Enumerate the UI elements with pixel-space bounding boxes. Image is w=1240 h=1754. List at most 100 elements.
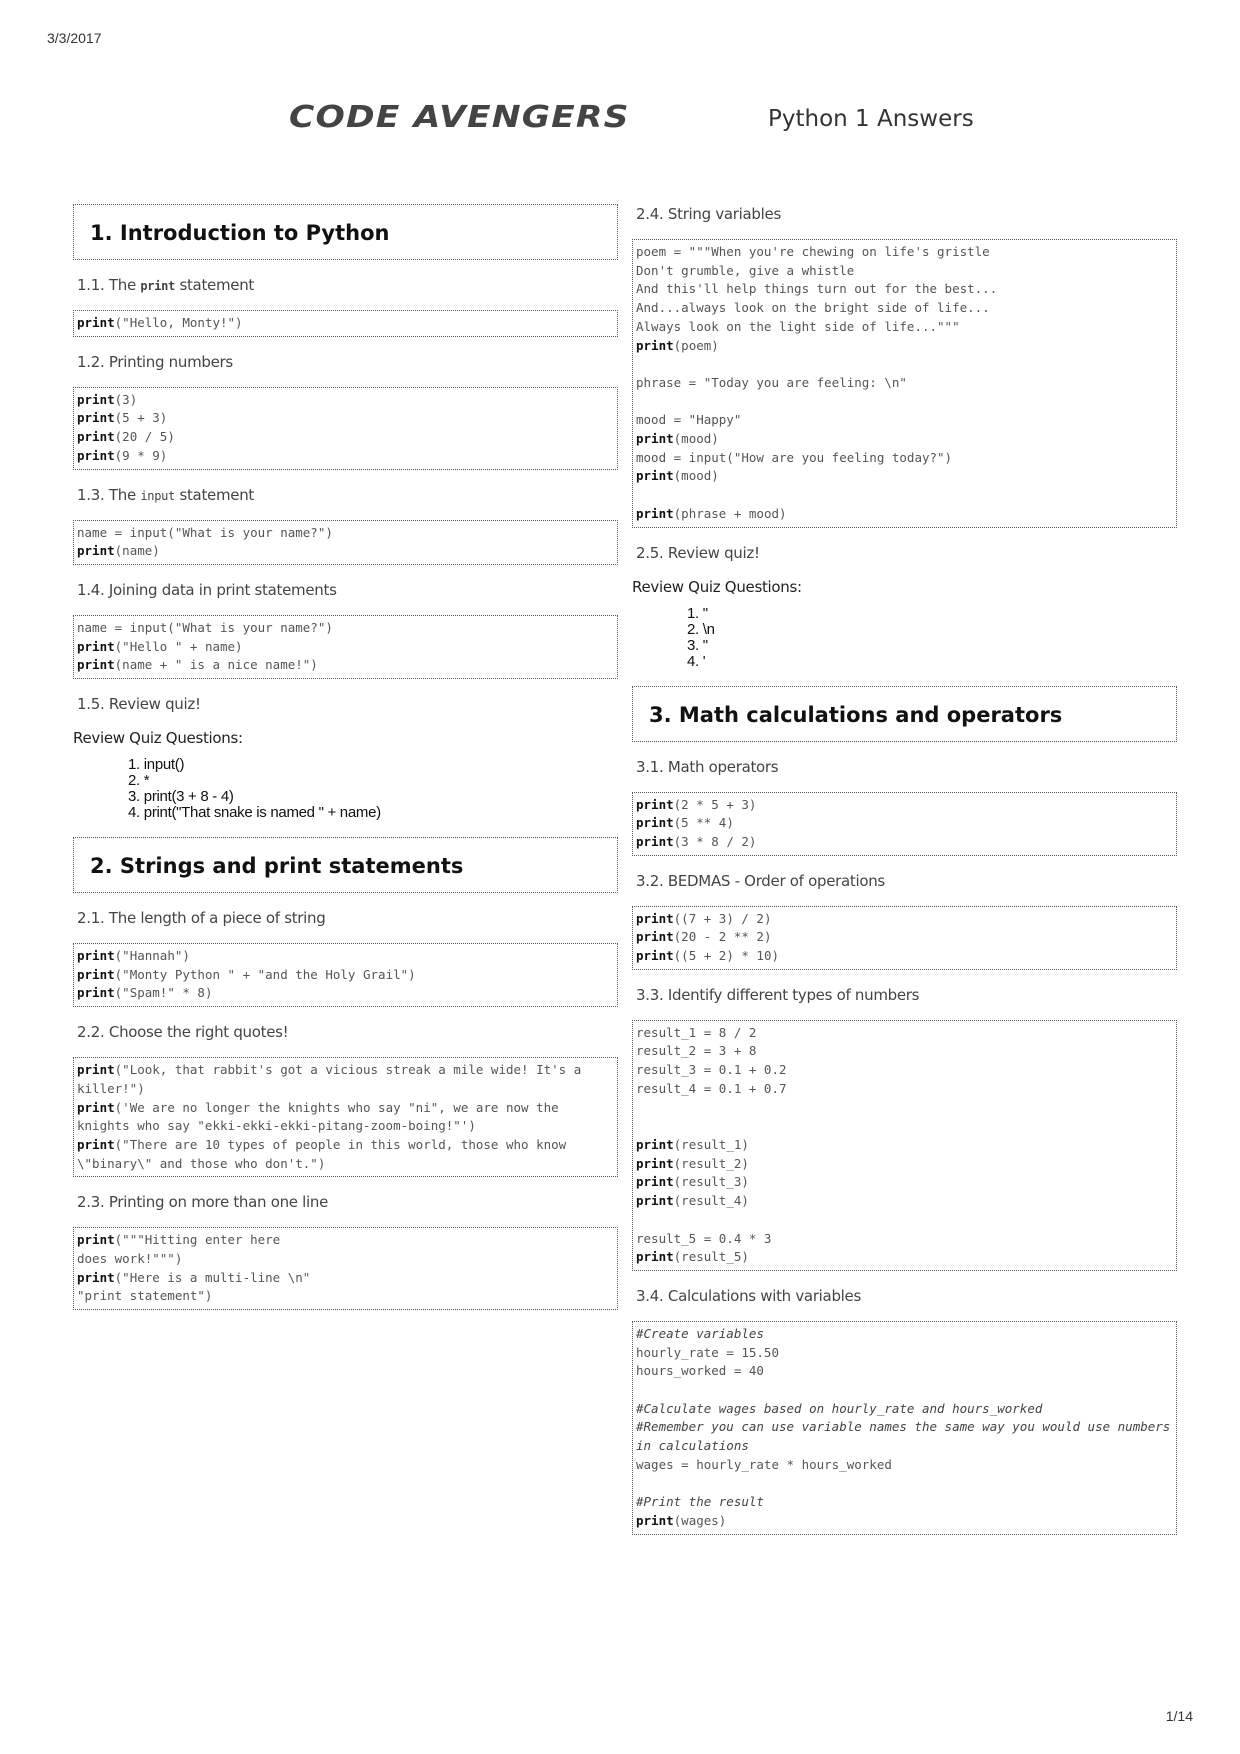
subsection-title: 2.5. Review quiz! [636, 543, 760, 562]
keyword-print: print [77, 1136, 115, 1152]
section-heading-3: 3. Math calculations and operators [632, 685, 1177, 742]
subsection-title: 1.1. The print statement [77, 276, 618, 294]
code-line: print(mood) [636, 467, 1173, 486]
keyword-print: print [636, 796, 674, 812]
code-text: (2 * 5 + 3) [673, 796, 757, 812]
keyword-print: print [636, 815, 674, 831]
code-line: print((7 + 3) / 2) [636, 910, 1173, 929]
section-heading-2: 2. Strings and print statements [73, 837, 618, 894]
code-line: print("There are 10 types of people in t… [77, 1136, 614, 1173]
code-line: result_2 = 3 + 8 [636, 1043, 757, 1059]
code-text: (20 - 2 ** 2) [673, 929, 772, 945]
code-text: (mood) [673, 468, 719, 484]
code-block: #Create variables hourly_rate = 15.50 hour… [632, 1320, 1177, 1535]
code-text: ((7 + 3) / 2) [673, 910, 772, 926]
code-line: print(5 ** 4) [636, 814, 1173, 833]
code-avengers-logo: CODE AVENGERS [289, 100, 630, 135]
code-line: print(result_3) [636, 1173, 1173, 1192]
keyword-print: print [636, 1155, 674, 1171]
code-block: print("Hello, Monty!") [73, 310, 618, 337]
keyword-print: print [77, 391, 115, 407]
subsection-title-text: 1.3. The [77, 485, 141, 504]
code-block: print("Look, that rabbit's got a vicious… [73, 1057, 618, 1178]
code-block: print((7 + 3) / 2) print(20 - 2 ** 2) prin… [632, 905, 1177, 970]
code-text: (mood) [673, 431, 719, 447]
code-text: (20 / 5) [114, 429, 175, 445]
code-block: print("""Hitting enter here does work!""… [73, 1227, 618, 1311]
subsection-title: 3.4. Calculations with variables [636, 1286, 861, 1305]
subsection-title-text: statement [174, 485, 254, 504]
code-text: ('We are no longer the knights who say "… [77, 1099, 567, 1134]
code-line: print(result_4) [636, 1192, 1173, 1211]
code-line: print(result_1) [636, 1136, 1173, 1155]
print-date: 3/3/2017 [47, 30, 102, 46]
section-title: 3. Math calculations and operators [649, 702, 1063, 727]
code-line: hours_worked = 40 [636, 1363, 764, 1379]
code-line: #Print the result [636, 1494, 764, 1510]
code-text: ("Look, that rabbit's got a vicious stre… [77, 1062, 589, 1096]
subsection-title: 1.2. Printing numbers [77, 352, 233, 371]
code-text: ((5 + 2) * 10) [673, 948, 779, 964]
code-text: (wages) [673, 1512, 727, 1528]
code-block: poem = """When you're chewing on life's … [632, 239, 1177, 528]
keyword-print: print [636, 1136, 674, 1152]
code-text: ("Hannah") [114, 948, 190, 964]
code-text: ("Hello " + name) [114, 638, 243, 654]
code-text: ("Hello, Monty!") [114, 315, 243, 330]
keyword-print: print [77, 1099, 115, 1115]
keyword-print: print [636, 1512, 674, 1528]
code-line: print(20 / 5) [77, 428, 614, 447]
code-line: #Calculate wages based on hourly_rate an… [636, 1400, 1043, 1416]
code-block: name = input("What is your name?") print(… [73, 519, 618, 565]
section-heading-1: 1. Introduction to Python [73, 204, 618, 260]
quiz-answer: 4. print("That snake is named " + name) [128, 804, 381, 822]
keyword-print: print [77, 315, 115, 330]
code-line: print("Hello " + name) [77, 638, 614, 657]
quiz-label: Review Quiz Questions: [73, 729, 243, 748]
keyword-print: print [77, 543, 115, 559]
keyword-print: print [636, 337, 674, 353]
code-line: result_1 = 8 / 2 [636, 1024, 757, 1040]
code-block: result_1 = 8 / 2 result_2 = 3 + 8 result_3… [632, 1019, 1177, 1271]
keyword-print: print [77, 985, 115, 1001]
code-line: name = input("What is your name?") [77, 619, 333, 635]
keyword-print: print [636, 929, 674, 945]
keyword-print: print [77, 1232, 115, 1248]
keyword-print: print [636, 948, 674, 964]
quiz-answer: 2. \n [687, 620, 715, 638]
code-line: print("Hannah") [77, 947, 614, 966]
keyword-print: print [77, 429, 115, 445]
code-line: print("Look, that rabbit's got a vicious… [77, 1061, 614, 1098]
subsection-title: 2.4. String variables [636, 205, 781, 223]
code-text: (3) [114, 391, 138, 407]
keyword-print: print [77, 966, 115, 982]
keyword-print: print [77, 638, 115, 654]
code-text: (phrase + mood) [673, 505, 787, 521]
keyword-print: print [77, 410, 115, 426]
subsection-title: 3.3. Identify different types of numbers [636, 985, 920, 1004]
keyword-print: print [77, 1062, 115, 1078]
subsection-title: 1.3. The input statement [77, 486, 618, 504]
code-line: print("Monty Python " + "and the Holy Gr… [77, 966, 614, 985]
code-line: print("Hello, Monty!") [77, 314, 614, 333]
code-text: (5 + 3) [114, 410, 168, 426]
subsection-title-text: statement [174, 276, 254, 294]
code-line: print(wages) [636, 1512, 1173, 1531]
code-line: print(3 * 8 / 2) [636, 833, 1173, 852]
code-line: result_3 = 0.1 + 0.2 [636, 1062, 787, 1078]
code-line: print((5 + 2) * 10) [636, 947, 1173, 966]
code-line: print("Spam!" * 8) [77, 984, 614, 1003]
code-text: (result_5) [673, 1249, 749, 1265]
code-text: (result_1) [673, 1136, 749, 1152]
section-title: 2. Strings and print statements [90, 854, 464, 879]
document-title: Python 1 Answers [768, 106, 974, 132]
quiz-label: Review Quiz Questions: [632, 577, 802, 596]
left-column: 1. Introduction to Python 1.1. The print… [73, 204, 618, 1326]
code-line: print("Here is a multi-line \n" "print s… [77, 1269, 614, 1306]
keyword-print: print [636, 505, 674, 521]
code-line: #Create variables [636, 1325, 764, 1341]
keyword-print: print [77, 1269, 115, 1285]
